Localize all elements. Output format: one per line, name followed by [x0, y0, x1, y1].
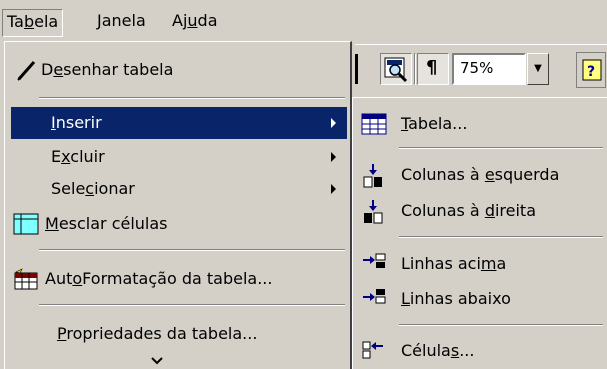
cols-left-key: e [484, 165, 495, 184]
rows-above-post: a [496, 254, 507, 273]
menu-ajuda-pre: Aj [172, 11, 188, 30]
rows-above-key: m [480, 254, 497, 273]
help-button[interactable]: ? [576, 52, 606, 88]
menu-item-autoformatacao[interactable]: AutoFormatação da tabela... [7, 263, 347, 295]
cols-left-pre: Colunas à [401, 165, 485, 184]
svg-text:?: ? [587, 64, 595, 80]
submenu-item-linhas-abaixo[interactable]: Linhas abaixo [355, 283, 605, 315]
expand-menu-icon[interactable] [150, 356, 164, 366]
cells-pre: Célula [401, 341, 451, 360]
menu-item-propriedades[interactable]: Propriedades da tabela... [7, 318, 347, 350]
submenu-arrow-icon [331, 152, 336, 162]
menu-item-excluir[interactable]: Excluir [11, 141, 347, 173]
show-hide-button[interactable]: ¶ [417, 53, 449, 85]
separator [39, 304, 345, 306]
separator [39, 249, 345, 251]
menu-ajuda-post: da [197, 11, 218, 30]
insert-rows-above-icon [363, 253, 386, 268]
menu-item-mesclar-celulas[interactable]: Mesclar células [7, 208, 347, 240]
merge-key: M [45, 214, 59, 233]
draw-table-post: senhar tabela [63, 60, 174, 79]
insert-rows-below-icon [363, 289, 386, 304]
draw-table-pre: D [41, 60, 54, 79]
sub-table-post: abela... [408, 114, 468, 133]
submenu-arrow-icon [331, 118, 336, 128]
rows-above-pre: Linhas aci [401, 254, 481, 273]
properties-post: ropriedades da tabela... [66, 324, 258, 343]
submenu-item-celulas[interactable]: Células... [355, 335, 605, 367]
menu-tabela-key: b [23, 12, 35, 31]
cells-post: ... [459, 341, 475, 360]
insert-cells-icon [362, 341, 383, 359]
toolbar-edge [355, 54, 358, 84]
menu-tabela-pre: Ta [7, 12, 24, 31]
separator [399, 236, 603, 238]
merge-cells-icon [13, 213, 39, 235]
separator [399, 147, 603, 149]
menu-janela[interactable]: Janela [93, 9, 150, 35]
insert-columns-left-icon [363, 164, 382, 188]
zoom-combobox[interactable]: 75% [452, 53, 526, 85]
submenu-item-colunas-direita[interactable]: Colunas à direita [355, 195, 605, 227]
cols-right-post: ireita [494, 201, 537, 220]
draw-table-key: e [53, 60, 64, 79]
insert-columns-right-icon [364, 200, 383, 224]
menu-tabela[interactable]: Tabela [2, 9, 64, 37]
delete-post: cluir [70, 147, 105, 166]
print-preview-button[interactable] [380, 53, 412, 85]
select-post: ionar [94, 179, 135, 198]
table-icon [361, 113, 387, 135]
menu-item-inserir[interactable]: Inserir [11, 107, 347, 139]
tabela-menu: Desenhar tabela Inserir Excluir Selecion… [4, 41, 352, 369]
insert-post: nserir [55, 113, 102, 132]
menu-tabela-post: ela [34, 12, 59, 31]
menu-bar: Tabela Janela Ajuda [0, 0, 607, 42]
delete-pre: E [51, 147, 62, 166]
menu-ajuda[interactable]: Ajuda [168, 9, 222, 35]
toolbar-gap2 [414, 53, 416, 85]
select-pre: Sele [51, 179, 86, 198]
properties-key: P [57, 324, 67, 343]
pilcrow-icon: ¶ [426, 57, 438, 78]
cols-right-key: d [484, 201, 495, 220]
submenu-item-linhas-acima[interactable]: Linhas acima [355, 248, 605, 280]
submenu-item-tabela[interactable]: Tabela... [355, 108, 605, 140]
cols-left-post: squerda [494, 165, 560, 184]
submenu-arrow-icon [331, 184, 336, 194]
rows-below-key: L [401, 289, 410, 308]
menu-item-desenhar-tabela[interactable]: Desenhar tabela [7, 54, 347, 86]
menu-ajuda-key: u [187, 11, 198, 30]
zoom-dropdown-button[interactable]: ▼ [527, 53, 549, 85]
pencil-icon [17, 61, 36, 81]
submenu-item-colunas-esquerda[interactable]: Colunas à esquerda [355, 159, 605, 191]
rows-below-post: inhas abaixo [409, 289, 511, 308]
separator [39, 97, 345, 99]
autoformat-key: o [72, 269, 83, 288]
document-map-icon [384, 57, 408, 83]
inserir-submenu: Tabela... Colunas à esquerda Colunas à d… [352, 97, 607, 369]
autoformat-post: Formatação da tabela... [82, 269, 273, 288]
menu-item-selecionar[interactable]: Selecionar [11, 173, 347, 205]
select-key: c [85, 179, 95, 198]
delete-key: x [61, 147, 71, 166]
cells-key: s [450, 341, 460, 360]
zoom-value: 75% [460, 59, 494, 77]
menu-janela-post: anela [101, 11, 146, 30]
cols-right-pre: Colunas à [401, 201, 485, 220]
merge-post: esclar células [58, 214, 168, 233]
chevron-down-icon: ▼ [534, 63, 542, 74]
autoformat-icon [14, 268, 38, 290]
help-icon: ? [582, 59, 602, 81]
autoformat-pre: Aut [45, 269, 73, 288]
separator [399, 324, 603, 326]
